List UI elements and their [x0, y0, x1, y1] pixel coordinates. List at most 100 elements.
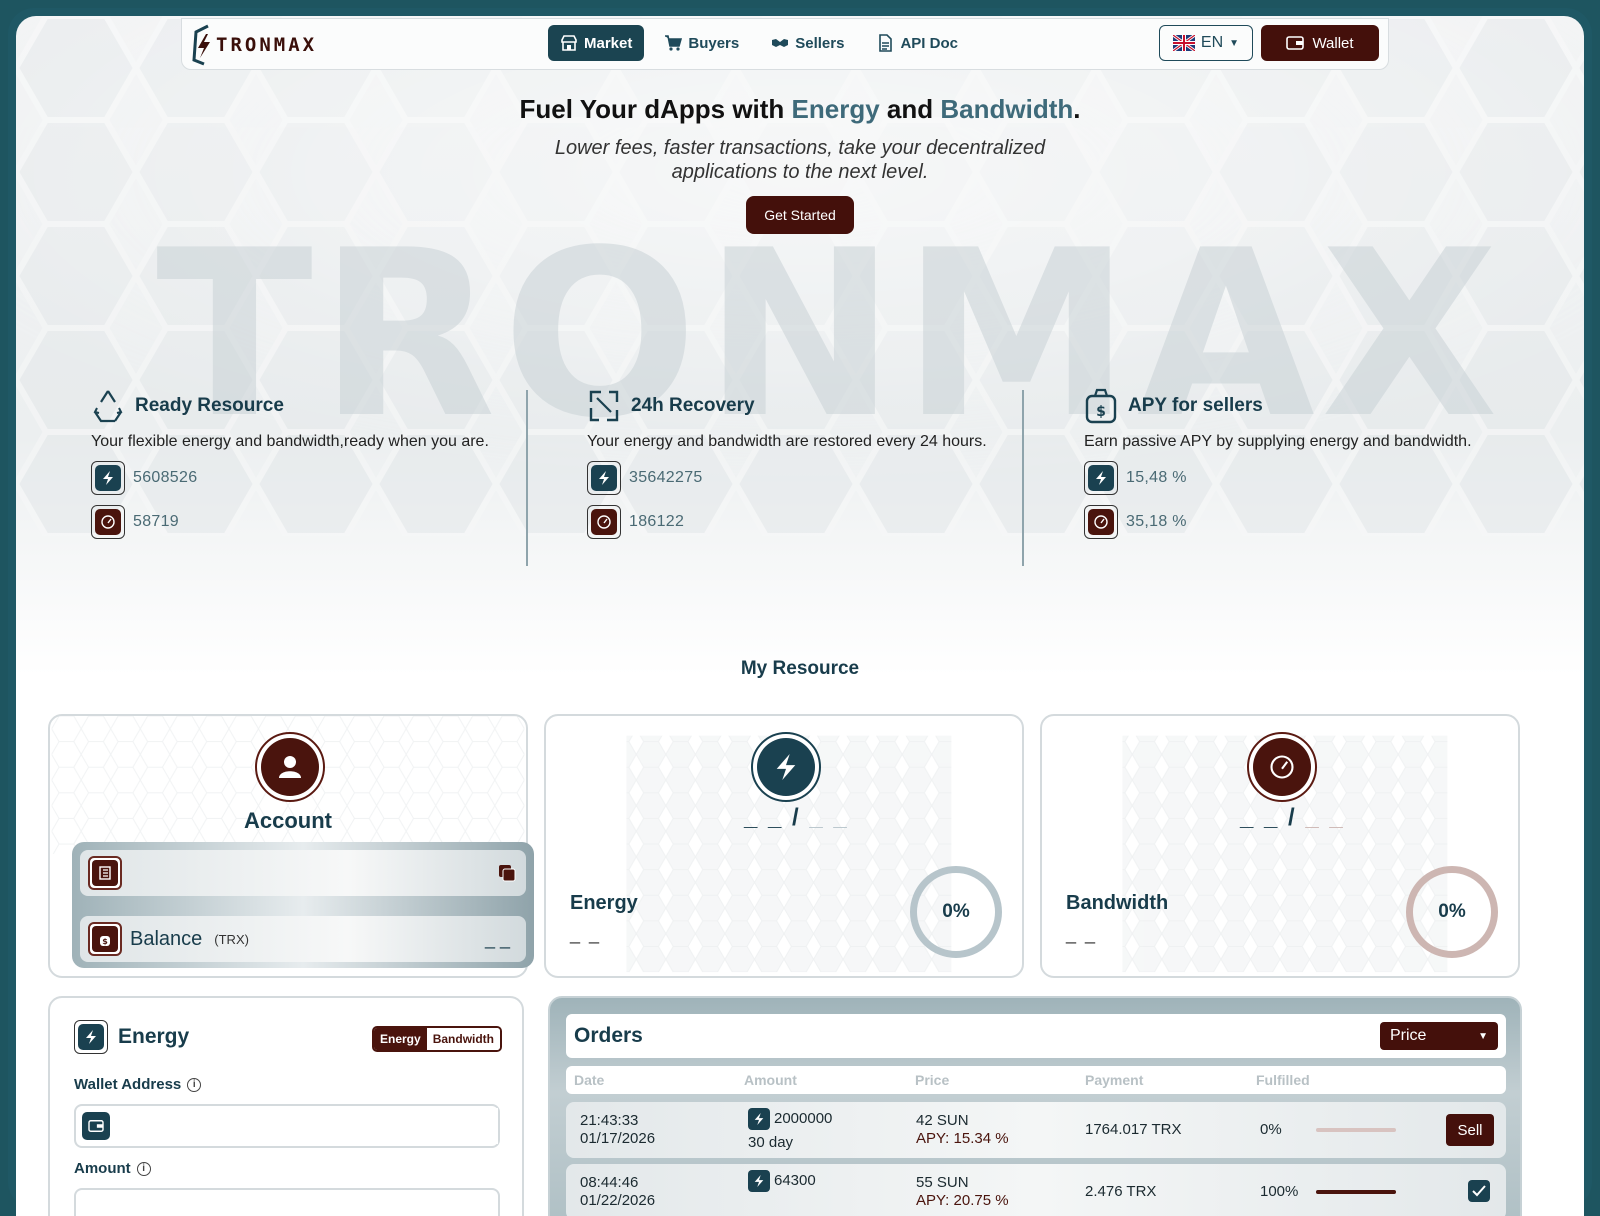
order-time: 08:44:46 [580, 1174, 639, 1191]
balance-row: $ Balance (TRX) _ _ [80, 916, 526, 962]
bolt-icon [103, 471, 113, 485]
hero-title-accent-bandwidth: Bandwidth [940, 94, 1074, 124]
copy-icon[interactable] [496, 862, 518, 884]
logo[interactable]: TRONMAX [190, 23, 340, 67]
table-row[interactable]: 08:44:46 01/22/2026 64300 55 SUN APY: 20… [566, 1164, 1506, 1216]
wallet-address-label-text: Wallet Address [74, 1076, 182, 1093]
stat-bandwidth-value: 186122 [629, 513, 685, 530]
bolt-logo-icon [192, 24, 210, 66]
stat-bandwidth-value: 35,18 % [1126, 513, 1187, 530]
bolt-icon [748, 1170, 770, 1192]
order-amount-value: 2000000 [774, 1109, 833, 1127]
feature-title: 24h Recovery [631, 395, 755, 416]
wallet-icon [82, 1112, 110, 1140]
page: TRONMAX TRONMAX Market Buyers Sellers AP… [16, 16, 1584, 1216]
stat-bandwidth: 35,18 % [1084, 505, 1504, 539]
energy-ratio-separator: / [792, 804, 801, 831]
order-amount: 64300 [748, 1170, 816, 1192]
energy-badge [74, 1020, 108, 1054]
nav-api-doc[interactable]: API Doc [864, 25, 970, 61]
table-row[interactable]: 21:43:33 01/17/2026 2000000 30 day 42 SU… [566, 1102, 1506, 1158]
sell-button[interactable]: Sell [1446, 1114, 1494, 1146]
nav-api-doc-label: API Doc [900, 34, 958, 52]
bandwidth-value: _ _ [1066, 924, 1098, 944]
order-apy: APY: 20.75 % [916, 1192, 1009, 1209]
energy-ratio: _ _ / _ _ [744, 804, 849, 832]
sort-select[interactable]: Price ▼ [1380, 1022, 1498, 1050]
stat-bandwidth-value: 58719 [133, 513, 179, 530]
nav-market[interactable]: Market [548, 25, 645, 61]
hero-title: Fuel Your dApps with Energy and Bandwidt… [16, 94, 1584, 125]
wallet-address-field [74, 1104, 500, 1148]
logo-text: TRONMAX [216, 34, 318, 56]
toggle-energy[interactable]: Energy [374, 1028, 427, 1050]
order-datetime: 21:43:33 01/17/2026 [580, 1112, 655, 1148]
bandwidth-label: Bandwidth [1066, 892, 1169, 914]
caret-down-icon: ▼ [1478, 1030, 1488, 1042]
divider [1022, 390, 1024, 566]
check-icon[interactable] [1468, 1180, 1490, 1202]
energy-ratio-used: _ _ [744, 804, 784, 831]
orders-header: Orders Price ▼ [566, 1014, 1506, 1058]
col-amount: Amount [744, 1072, 797, 1088]
fulfilled-progress-fill [1316, 1190, 1396, 1194]
bandwidth-ratio-separator: / [1288, 804, 1297, 831]
info-icon[interactable]: i [136, 1161, 151, 1176]
top-navbar: TRONMAX Market Buyers Sellers API Doc EN… [181, 18, 1389, 70]
order-form-title: Energy [118, 1025, 190, 1048]
stat-energy-value: 5608526 [133, 469, 198, 486]
orders-title: Orders [574, 1024, 643, 1047]
balance-unit: (TRX) [214, 931, 249, 947]
order-payment: 2.476 TRX [1085, 1183, 1157, 1200]
get-started-button[interactable]: Get Started [746, 196, 854, 234]
bolt-icon [776, 754, 796, 780]
order-price: 55 SUN APY: 20.75 % [916, 1174, 1009, 1210]
user-icon [279, 756, 301, 778]
feature-24h-recovery: 24h Recovery Your energy and bandwidth a… [587, 388, 1007, 539]
hero-title-part: Fuel Your dApps with [519, 94, 792, 124]
col-payment: Payment [1085, 1072, 1144, 1088]
feature-ready-resource: Ready Resource Your flexible energy and … [91, 388, 511, 539]
energy-card: Energy _ _ 0% [544, 714, 1024, 978]
order-amount-value: 64300 [774, 1171, 816, 1189]
hero-title-part: . [1073, 94, 1081, 124]
energy-badge [751, 732, 821, 802]
language-select[interactable]: EN ▼ [1159, 25, 1253, 61]
toggle-bandwidth[interactable]: Bandwidth [426, 1028, 501, 1050]
account-avatar [255, 732, 325, 802]
bandwidth-badge [1247, 732, 1317, 802]
account-label: Account [244, 808, 332, 833]
hero-title-accent-energy: Energy [791, 94, 880, 124]
account-panel: $ Balance (TRX) _ _ [72, 842, 534, 968]
feature-title: Ready Resource [135, 395, 284, 416]
energy-percent-ring: 0% [910, 866, 1002, 958]
wallet-address-input[interactable] [118, 1108, 498, 1144]
nav-buyers[interactable]: Buyers [652, 25, 751, 61]
divider [526, 390, 528, 566]
wallet-button[interactable]: Wallet [1261, 25, 1379, 61]
stat-energy: 35642275 [587, 461, 1007, 495]
bandwidth-percent-ring: 0% [1406, 866, 1498, 958]
order-apy: APY: 15.34 % [916, 1130, 1009, 1147]
col-date: Date [574, 1072, 605, 1088]
chevron-down-icon: ▼ [1229, 37, 1240, 49]
hero-subtitle: Lower fees, faster transactions, take yo… [554, 137, 1046, 183]
amount-field[interactable] [74, 1188, 500, 1216]
gauge-icon [1094, 515, 1108, 529]
nav-sellers[interactable]: Sellers [759, 25, 856, 61]
order-time: 21:43:33 [580, 1112, 639, 1129]
order-price-value: 55 SUN [916, 1174, 969, 1191]
info-icon[interactable]: i [187, 1077, 202, 1092]
wallet-address-row [80, 850, 526, 896]
stat-bandwidth: 186122 [587, 505, 1007, 539]
order-date: 01/22/2026 [580, 1192, 656, 1209]
hero-title-part: and [879, 94, 941, 124]
document-icon [879, 34, 893, 52]
refresh-icon [589, 390, 619, 422]
stat-energy-value: 15,48 % [1126, 469, 1187, 486]
coin-bag-icon: $ [100, 936, 110, 946]
balance-label: Balance [130, 927, 203, 950]
fulfilled-progress [1316, 1190, 1396, 1194]
feature-description: Your energy and bandwidth are restored e… [587, 433, 987, 450]
recycle-icon [93, 390, 123, 423]
